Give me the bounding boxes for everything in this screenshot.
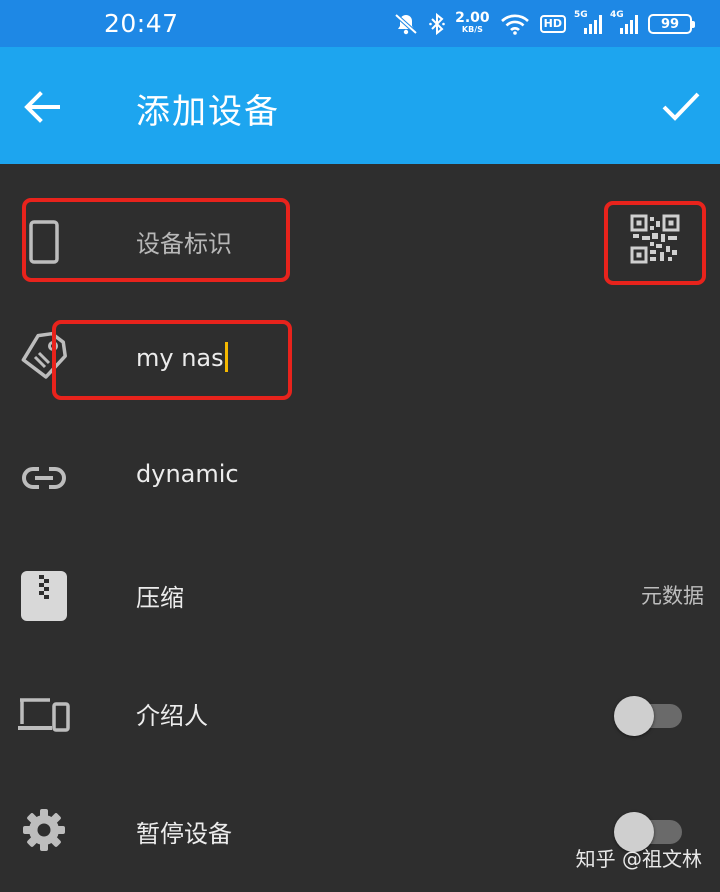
watermark: 知乎 @祖文林	[575, 847, 702, 871]
introducer-label: 介绍人	[136, 702, 208, 730]
battery-icon: 99	[648, 14, 695, 34]
gear-icon	[16, 804, 72, 856]
pause-device-row: 暂停设备	[0, 772, 720, 890]
introducer-row: 介绍人	[0, 654, 720, 772]
signal-4g-icon: 4G	[610, 10, 638, 34]
bluetooth-icon	[429, 12, 445, 36]
wifi-icon	[500, 13, 530, 35]
page-title: 添加设备	[136, 92, 280, 132]
net-speed-value: 2.00	[455, 10, 490, 26]
pause-device-toggle[interactable]	[614, 808, 684, 852]
highlight-device-id	[22, 198, 290, 282]
compression-value: 元数据	[641, 584, 704, 608]
net-speed-unit: KB/S	[461, 25, 483, 34]
introducer-toggle[interactable]	[614, 692, 684, 736]
signal-4g-label: 4G	[610, 10, 624, 20]
signal-5g-icon: 5G	[574, 10, 602, 34]
link-icon	[16, 452, 72, 504]
back-button[interactable]	[20, 85, 64, 129]
highlight-device-name	[52, 320, 292, 400]
address-value: dynamic	[136, 460, 239, 488]
check-icon	[662, 92, 700, 121]
compression-row[interactable]: 压缩 元数据	[0, 536, 720, 654]
app-bar: 添加设备	[0, 47, 720, 164]
compression-label: 压缩	[136, 584, 184, 612]
status-time: 20:47	[104, 9, 179, 38]
devices-icon	[16, 688, 72, 740]
battery-level: 99	[660, 16, 680, 32]
highlight-qr-code	[604, 201, 706, 285]
status-icons: 2.00 KB/S HD 5G 4G 99	[393, 10, 695, 38]
mute-icon	[393, 12, 419, 36]
status-bar: 20:47 2.00 KB/S HD 5G 4G 99	[0, 0, 720, 47]
confirm-button[interactable]	[658, 83, 704, 129]
arrow-left-icon	[24, 91, 60, 123]
toggle-thumb	[614, 696, 654, 736]
pause-device-label: 暂停设备	[136, 820, 232, 848]
net-speed: 2.00 KB/S	[455, 10, 490, 35]
zip-file-icon	[16, 570, 72, 622]
address-row[interactable]: dynamic	[0, 418, 720, 536]
signal-5g-label: 5G	[574, 10, 588, 20]
hd-icon: HD	[539, 15, 566, 33]
